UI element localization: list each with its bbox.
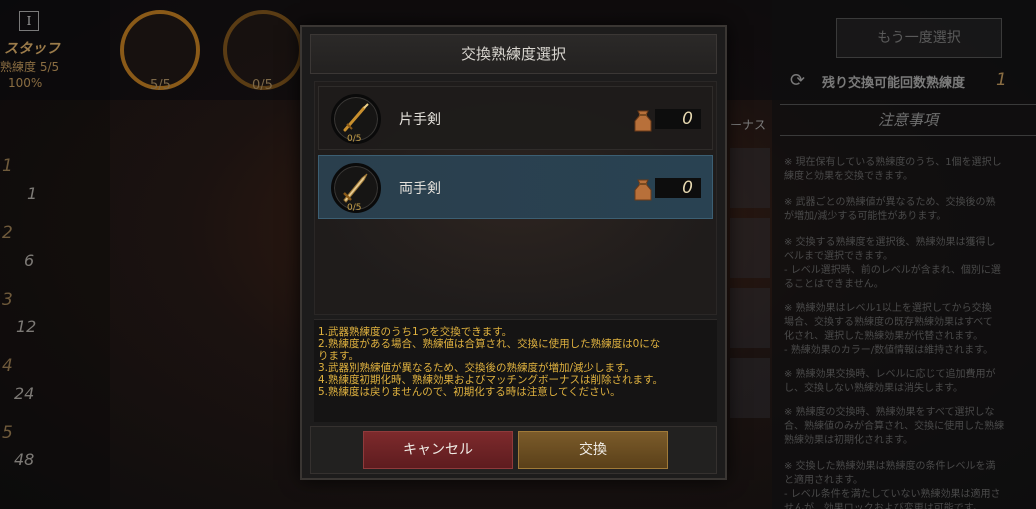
note-line: せんが、効果ロックおよび変更は可能です。 [784, 503, 983, 509]
list-item-one-handed-sword[interactable]: 0/5 片手剣 0 [318, 86, 713, 150]
note-line: ※ 交換する熟練度を選択後、熟練効果は獲得し [784, 237, 996, 248]
info-line: 4.熟練度初期化時、熟練効果およびマッチングボーナスは削除されます。 [318, 374, 663, 386]
item-value: 0 [655, 109, 701, 129]
level-number: 1 [2, 156, 13, 176]
note-line: し、交換しない熟練効果は消失します。 [784, 383, 963, 394]
info-line: 5.熟練度は戻りませんので、初期化する時は注意してください。 [318, 386, 621, 398]
note-line: 化され、選択した熟練効果が代替されます。 [784, 331, 984, 342]
button-bar: キャンセル 交換 [310, 426, 717, 474]
bonus-slot [730, 358, 770, 418]
note-line: ることはできません。 [784, 279, 884, 290]
info-icon[interactable]: I [19, 11, 39, 31]
proficiency-label: 熟練度 5/5 [0, 60, 60, 74]
level-value: 24 [14, 384, 35, 403]
notes-title: 注意事項 [780, 104, 1036, 136]
item-name: 片手剣 [399, 112, 441, 128]
bonus-slot [730, 218, 770, 278]
bonus-slot [730, 288, 770, 348]
level-number: 2 [2, 223, 13, 243]
note-line: ※ 熟練効果交換時、レベルに応じて追加費用が [784, 369, 996, 380]
note-line: 合、熟練値のみが合算され、交換に使用した熟練 [784, 421, 1005, 432]
info-line: ります。 [318, 350, 359, 362]
note-line: ※ 熟練効果はレベル1以上を選択してから交換 [784, 303, 992, 314]
refresh-icon: ⟳ [790, 70, 806, 91]
screen: I スタッフ 熟練度 5/5 100% 5/5 0/5 1 1 2 6 3 12… [0, 0, 1036, 509]
pouch-icon [632, 107, 654, 137]
note-line: ※ 現在保有している熟練度のうち、1個を選択し [784, 157, 1002, 168]
pouch-icon [632, 176, 654, 206]
remaining-value: 1 [996, 70, 1007, 90]
level-value: 12 [16, 317, 37, 336]
proficiency-list: 0/5 片手剣 0 0/5 両手剣 0 [314, 81, 717, 315]
bonus-label: ーナス [730, 118, 767, 132]
item-name: 両手剣 [399, 181, 441, 197]
level-value: 48 [14, 450, 35, 469]
exchange-button[interactable]: 交換 [518, 431, 668, 469]
info-line: 2.熟練度がある場合、熟練値は合算され、交換に使用した熟練度は0にな [318, 338, 661, 350]
note-line: 場合、交換する熟練度の既存熟練効果はすべて [784, 317, 993, 328]
note-line: 熟練効果は初期化されます。 [784, 435, 913, 446]
reselect-button[interactable]: もう一度選択 [836, 18, 1002, 58]
note-line: と適用されます。 [784, 475, 863, 486]
modal-title: 交換熟練度選択 [310, 34, 717, 74]
level-value: 1 [27, 184, 38, 203]
note-line: ※ 熟練度の交換時、熟練効果をすべて選択しな [784, 407, 995, 418]
note-line: - レベル選択時、前のレベルが含まれ、個別に選 [784, 265, 1001, 276]
note-line: ※ 武器ごとの熟練値が異なるため、交換後の熟 [784, 197, 996, 208]
ring-count: 0/5 [252, 78, 273, 93]
info-line: 3.武器別熟練値が異なるため、交換後の熟練度が増加/減少します。 [318, 362, 636, 374]
note-line: ※ 交換した熟練効果は熟練度の条件レベルを満 [784, 461, 996, 472]
proficiency-percent: 100% [8, 76, 43, 90]
info-line: 1.武器熟練度のうち1つを交換できます。 [318, 326, 513, 338]
level-number: 5 [2, 423, 13, 443]
note-line: - 熟練効果のカラー/数値情報は維持されます。 [784, 345, 994, 356]
ring-count: 5/5 [150, 78, 171, 93]
cancel-button[interactable]: キャンセル [363, 431, 513, 469]
item-count: 0/5 [347, 203, 362, 213]
note-line: ベルまで選択できます。 [784, 251, 893, 262]
remaining-label: 残り交換可能回数熟練度 [822, 76, 966, 91]
level-number: 4 [2, 356, 13, 376]
level-value: 6 [24, 251, 35, 270]
item-value: 0 [655, 178, 701, 198]
note-line: が増加/減少する可能性があります。 [784, 211, 947, 222]
note-line: - レベル条件を満たしていない熟練効果は適用さ [784, 489, 1001, 500]
exchange-modal: 交換熟練度選択 0/5 片手剣 0 0/5 両手剣 0 1.武器熟練度のうち1つ… [300, 25, 727, 480]
note-line: 練度と効果を交換できます。 [784, 171, 913, 182]
info-text: 1.武器熟練度のうち1つを交換できます。 2.熟練度がある場合、熟練値は合算され… [314, 319, 717, 422]
bonus-slot [730, 148, 770, 208]
weapon-title: スタッフ [4, 41, 60, 57]
item-count: 0/5 [347, 134, 362, 144]
level-number: 3 [2, 290, 13, 310]
list-item-two-handed-sword[interactable]: 0/5 両手剣 0 [318, 155, 713, 219]
